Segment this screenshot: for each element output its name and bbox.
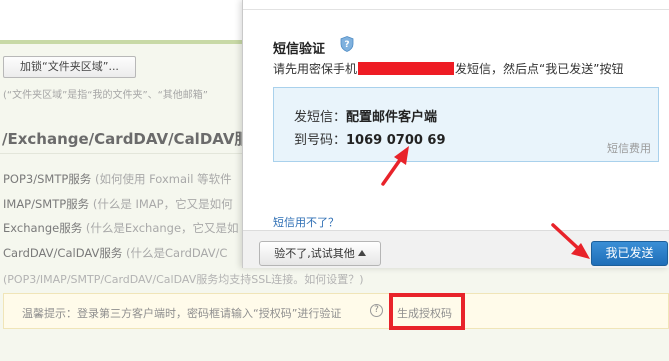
lock-folder-area-button[interactable]: 加锁“文件夹区域”... <box>3 56 136 78</box>
service-row-exchange: Exchange服务 (什么是Exchange，它又是如 <box>3 220 239 236</box>
sms-number-value: 1069 0700 69 <box>346 133 446 148</box>
dialog-instruction: 请先用密保手机 发短信，然后点“我已发送”按钮 <box>273 60 623 77</box>
dialog-footer: 验不了,试试其他 我已发送 <box>243 230 669 268</box>
service-help-link[interactable]: (什么是Exchange，它又是如 <box>86 221 239 235</box>
dialog-title: 短信验证 <box>273 42 326 57</box>
tip-text: 温馨提示：登录第三方客户端时，密码框请输入“授权码”进行验证 <box>22 307 342 320</box>
service-help-link[interactable]: (什么是CardDAV/C <box>126 246 227 260</box>
service-name: IMAP/SMTP服务 <box>3 197 90 211</box>
instruction-prefix: 请先用密保手机 <box>273 62 358 76</box>
i-have-sent-button[interactable]: 我已发送 <box>591 241 668 266</box>
service-help-link[interactable]: (什么是 IMAP，它又是如何 <box>93 197 233 211</box>
service-name: Exchange服务 <box>3 221 83 235</box>
dialog-top-rule <box>243 9 669 10</box>
folder-area-note: (“文件夹区域”是指“我的文件夹”、“其他邮箱” <box>3 90 208 101</box>
sms-unavailable-link[interactable]: 短信用不了？ <box>273 214 339 230</box>
sms-content-line: 发短信：配置邮件客户端 <box>294 106 437 125</box>
sms-info-box: 发短信：配置邮件客户端 到号码：1069 0700 69 短信费用 <box>273 87 659 162</box>
instruction-suffix: 发短信，然后点“我已发送”按钮 <box>455 62 624 76</box>
annotation-highlight-box <box>389 293 465 330</box>
section-heading: /Exchange/CardDAV/CalDAV服 <box>2 130 250 148</box>
service-row-carddav: CardDAV/CalDAV服务 (什么是CardDAV/C <box>3 245 227 261</box>
try-other-method-button[interactable]: 验不了,试试其他 <box>259 241 381 266</box>
service-row-pop3: POP3/SMTP服务 (如何使用 Foxmail 等软件 <box>3 171 232 187</box>
sms-verification-dialog: 短信验证 ? 请先用密保手机 发短信，然后点“我已发送”按钮 发短信：配置邮件客户… <box>242 0 669 268</box>
sms-fee-link[interactable]: 短信费用 <box>607 140 651 156</box>
sms-number-label: 到号码： <box>294 133 347 148</box>
redacted-phone-number <box>358 62 455 75</box>
sms-content-value: 配置邮件客户端 <box>346 110 438 125</box>
try-other-label: 验不了,试试其他 <box>274 247 355 260</box>
service-name: CardDAV/CalDAV服务 <box>3 246 123 260</box>
caret-up-icon <box>357 250 366 256</box>
ssl-note: (POP3/IMAP/SMTP/CardDAV/CalDAV服务均支持SSL连接… <box>3 273 364 286</box>
service-help-link[interactable]: (如何使用 Foxmail 等软件 <box>95 172 232 186</box>
service-name: POP3/SMTP服务 <box>3 172 92 186</box>
shield-icon[interactable]: ? <box>340 36 354 52</box>
sms-number-line: 到号码：1069 0700 69 <box>294 129 446 148</box>
service-row-imap: IMAP/SMTP服务 (什么是 IMAP，它又是如何 <box>3 196 233 212</box>
help-icon[interactable]: ? <box>370 304 383 317</box>
svg-text:?: ? <box>344 40 349 50</box>
sms-content-label: 发短信： <box>294 110 347 125</box>
